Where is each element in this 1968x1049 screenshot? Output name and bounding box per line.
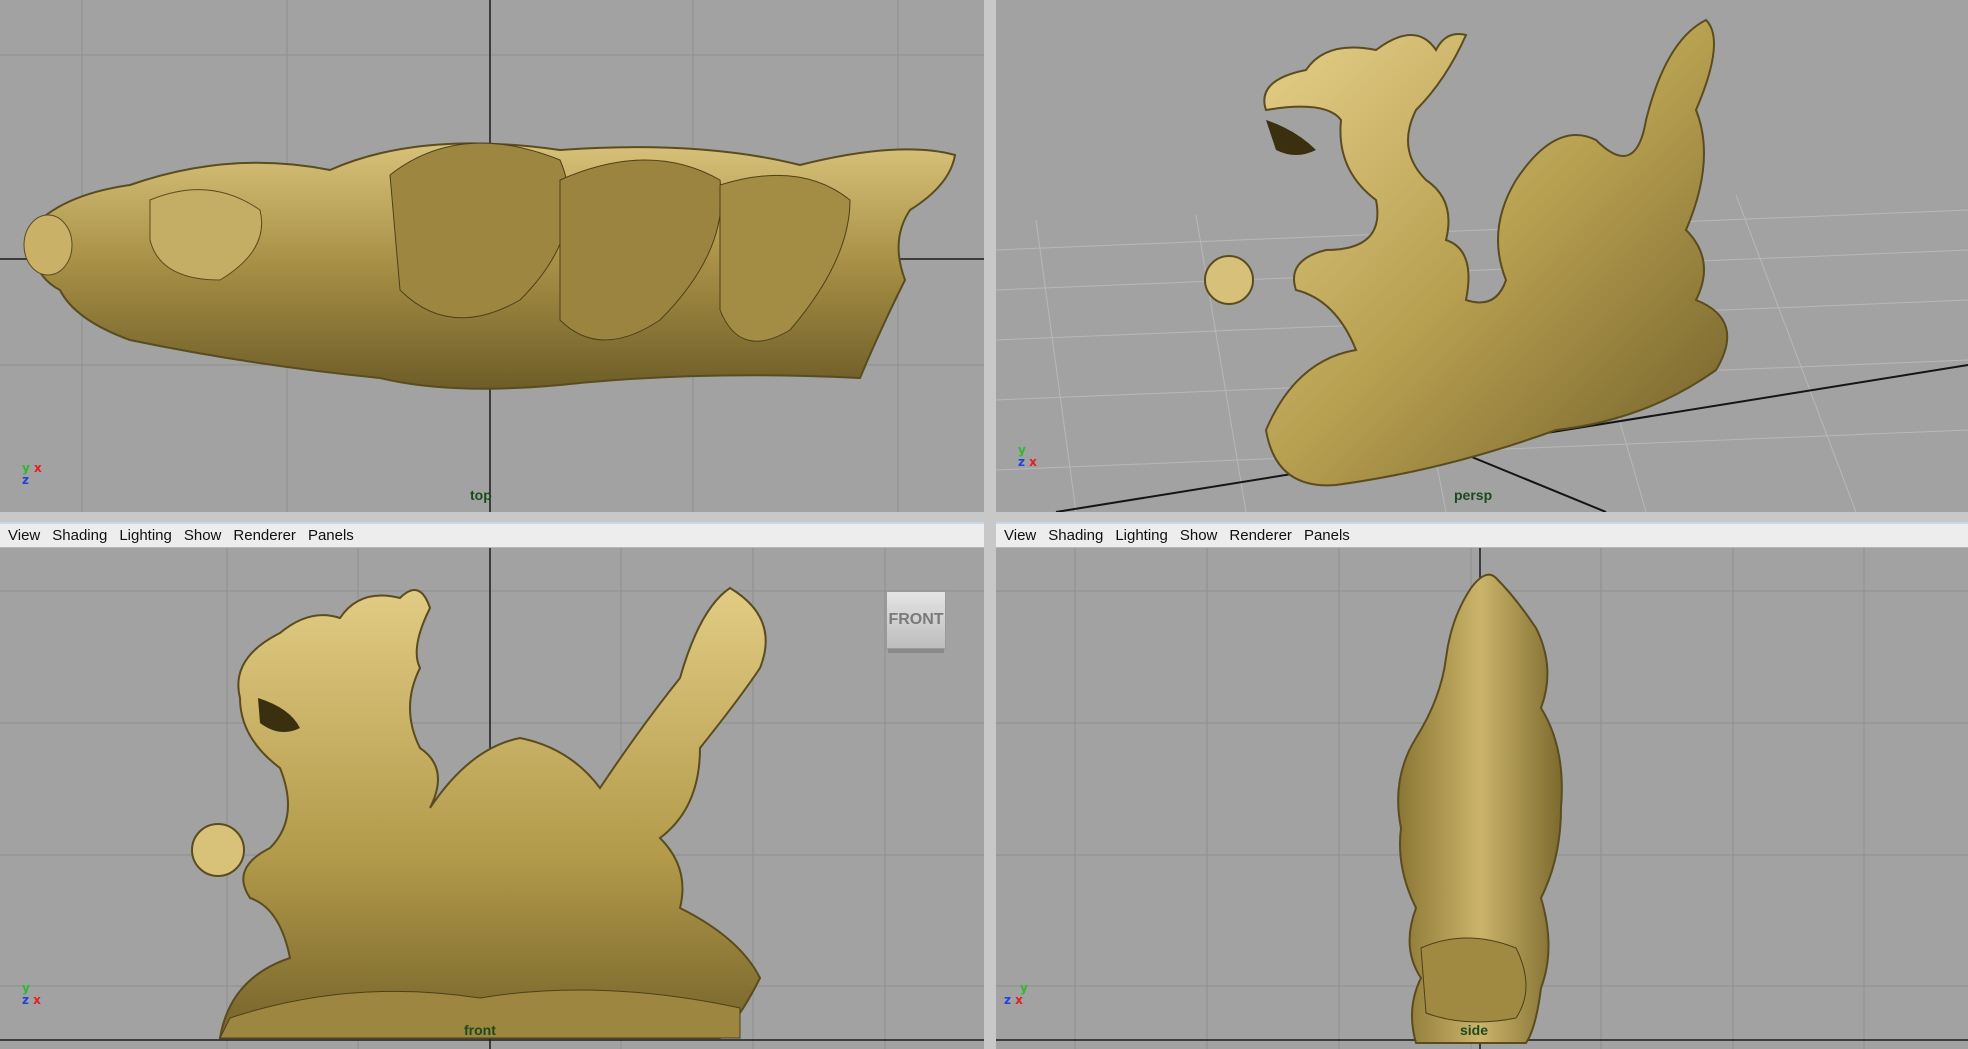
menu-shading[interactable]: Shading: [1042, 527, 1109, 544]
axis-x-label: x: [1015, 993, 1023, 1007]
viewport-side-canvas[interactable]: [996, 548, 1968, 1049]
axis-z-label: z: [1018, 455, 1025, 469]
viewport-label-persp: persp: [1454, 487, 1493, 503]
front-panel-menubar: View Shading Lighting Show Renderer Pane…: [0, 522, 984, 548]
menu-show[interactable]: Show: [1174, 527, 1224, 544]
viewport-persp-canvas[interactable]: [996, 0, 1968, 512]
side-panel-menubar: View Shading Lighting Show Renderer Pane…: [996, 522, 1968, 548]
viewport-front[interactable]: View Shading Lighting Show Renderer Pane…: [0, 522, 984, 1049]
axis-z-label: z: [22, 993, 29, 1007]
viewport-persp[interactable]: y z x persp: [996, 0, 1968, 512]
axis-z-label: z: [1004, 993, 1011, 1007]
viewport-top-canvas[interactable]: [0, 0, 984, 512]
view-cube-front[interactable]: FRONT: [886, 591, 946, 649]
menu-renderer[interactable]: Renderer: [1223, 527, 1298, 544]
axis-x-label: x: [33, 993, 41, 1007]
menu-show[interactable]: Show: [178, 527, 228, 544]
menu-panels[interactable]: Panels: [1298, 527, 1356, 544]
menu-shading[interactable]: Shading: [46, 527, 113, 544]
axis-x-label: x: [1029, 455, 1037, 469]
viewport-front-canvas[interactable]: [0, 548, 984, 1049]
dragon-model-side[interactable]: [1397, 573, 1563, 1044]
viewport-label-top: top: [470, 487, 492, 503]
viewport-side[interactable]: View Shading Lighting Show Renderer Pane…: [996, 522, 1968, 1049]
menu-lighting[interactable]: Lighting: [1109, 527, 1174, 544]
menu-view[interactable]: View: [2, 527, 46, 544]
menu-panels[interactable]: Panels: [302, 527, 360, 544]
dragon-model-front[interactable]: [191, 586, 767, 1039]
menu-renderer[interactable]: Renderer: [227, 527, 302, 544]
dragon-model-top[interactable]: [23, 142, 957, 390]
axis-x-label: x: [34, 461, 42, 475]
menu-view[interactable]: View: [998, 527, 1042, 544]
viewport-top[interactable]: y x z top: [0, 0, 984, 512]
axis-z-label: z: [22, 473, 29, 487]
viewport-label-front: front: [464, 1022, 496, 1038]
viewport-label-side: side: [1460, 1022, 1489, 1038]
menu-lighting[interactable]: Lighting: [113, 527, 178, 544]
